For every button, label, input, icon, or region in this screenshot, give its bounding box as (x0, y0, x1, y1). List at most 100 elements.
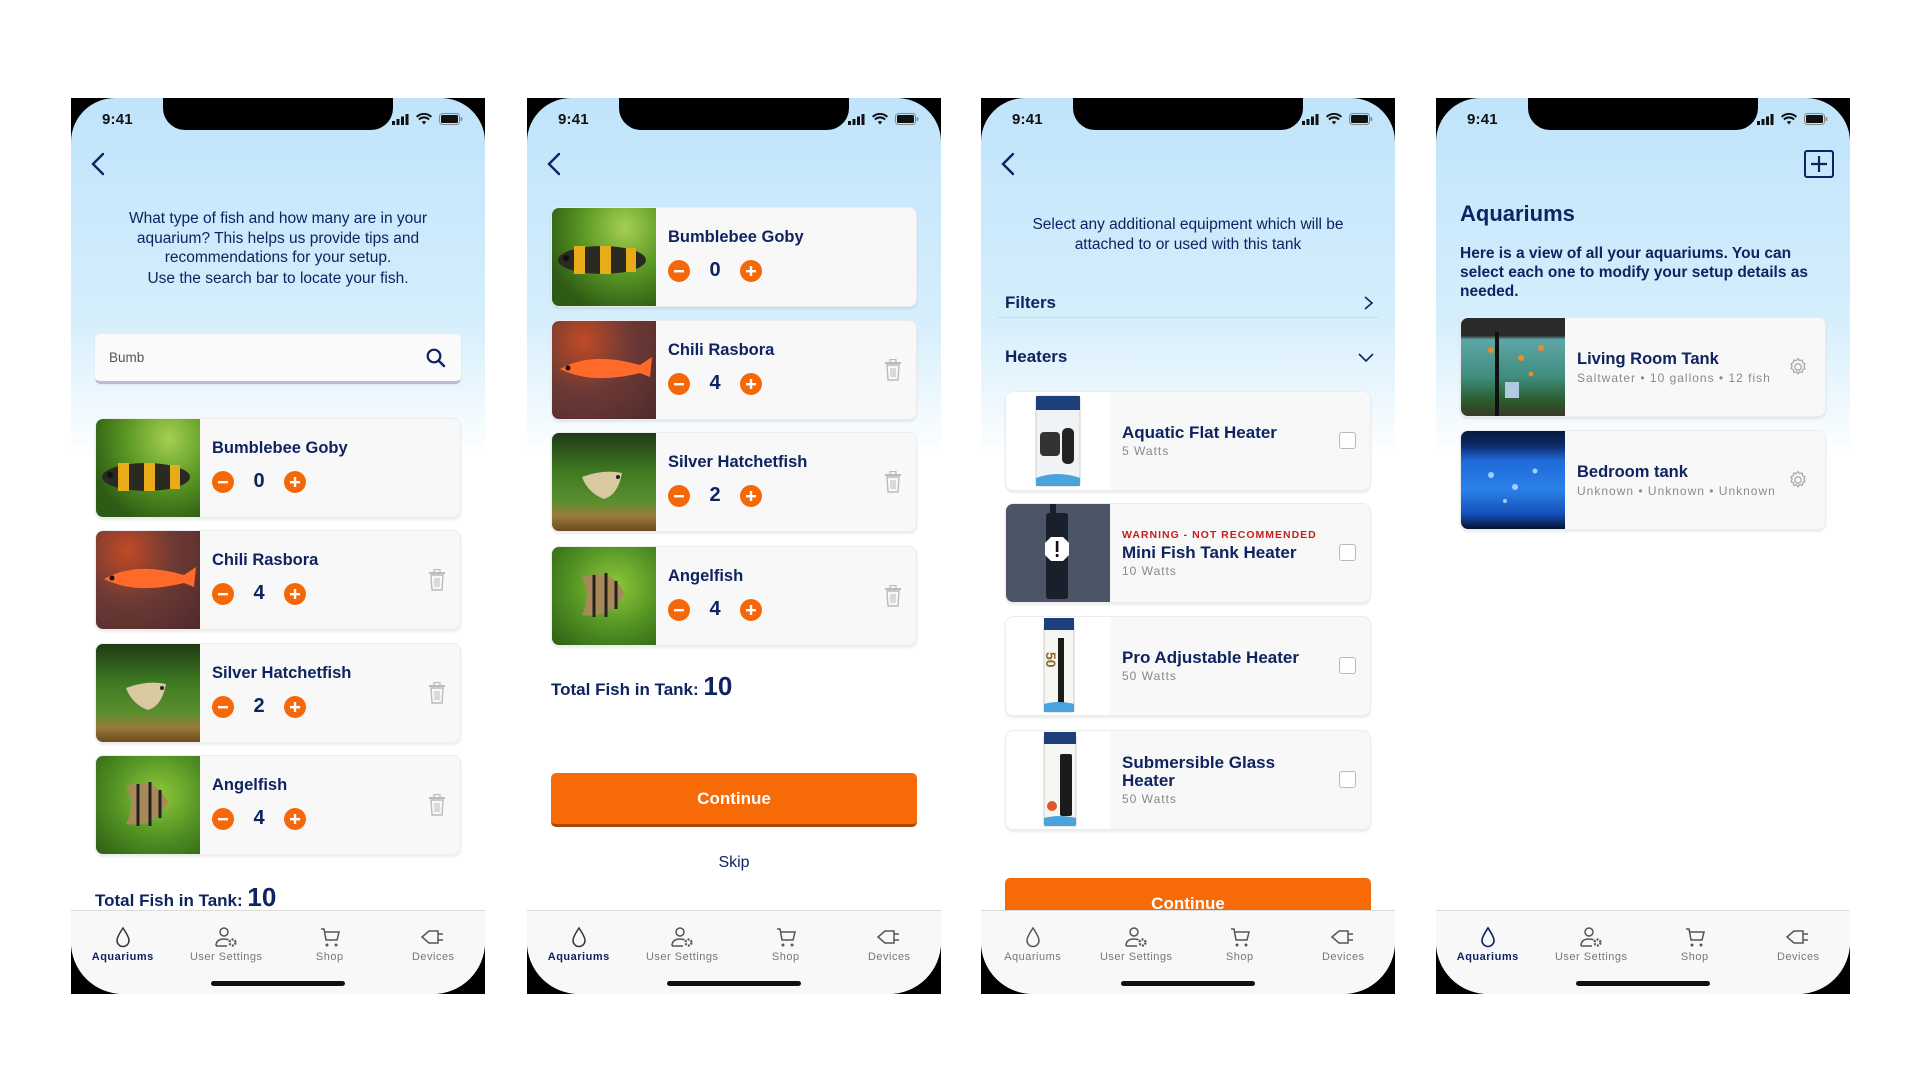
search-bar[interactable] (95, 334, 461, 384)
home-indicator[interactable] (211, 981, 345, 986)
decrement-button[interactable] (668, 484, 690, 507)
increment-button[interactable] (284, 582, 306, 605)
decrement-button[interactable] (212, 470, 234, 493)
skip-link[interactable]: Skip (527, 854, 941, 872)
page-description: Here is a view of all your aquariums. Yo… (1460, 245, 1808, 300)
tab-user-settings[interactable]: User Settings (631, 911, 735, 963)
tab-devices[interactable]: Devices (838, 911, 942, 963)
tab-shop[interactable]: Shop (1643, 911, 1747, 963)
fish-card[interactable]: Bumblebee Goby 0 (95, 418, 461, 518)
equipment-checkbox[interactable] (1339, 544, 1356, 561)
cart-icon (776, 928, 796, 947)
fish-card[interactable]: Angelfish 4 (95, 755, 461, 855)
tab-aquariums[interactable]: Aquariums (981, 911, 1085, 963)
decrement-button[interactable] (668, 372, 690, 395)
tab-devices[interactable]: Devices (1292, 911, 1396, 963)
wifi-icon (1326, 113, 1342, 125)
trash-icon[interactable] (884, 359, 902, 381)
equipment-checkbox[interactable] (1339, 432, 1356, 449)
tab-bar: Aquariums User Settings Shop Devices (981, 910, 1395, 994)
home-indicator[interactable] (1121, 981, 1255, 986)
equipment-checkbox[interactable] (1339, 771, 1356, 788)
notch (1073, 98, 1303, 130)
tab-aquariums[interactable]: Aquariums (1436, 911, 1540, 963)
cart-icon (1230, 928, 1250, 947)
tab-shop[interactable]: Shop (1188, 911, 1292, 963)
fish-card[interactable]: Bumblebee Goby 0 (551, 207, 917, 307)
increment-button[interactable] (740, 598, 762, 621)
back-button[interactable] (995, 148, 1023, 180)
fish-count: 4 (253, 807, 265, 829)
equipment-card[interactable]: 50 Pro Adjustable Heater 50 Watts (1005, 616, 1371, 716)
tab-user-settings[interactable]: User Settings (175, 911, 279, 963)
equipment-name: Submersible Glass Heater (1122, 753, 1276, 790)
product-image-submersible-glass-heater (1006, 731, 1110, 829)
fish-image-silver-hatchetfish (552, 433, 656, 531)
fish-count: 4 (709, 372, 721, 394)
trash-icon[interactable] (428, 794, 446, 816)
tab-label: Devices (1321, 951, 1365, 963)
back-button[interactable] (541, 148, 569, 180)
increment-button[interactable] (740, 484, 762, 507)
trash-icon[interactable] (428, 682, 446, 704)
quantity-stepper: 4 (668, 598, 904, 621)
decrement-button[interactable] (212, 807, 234, 830)
section-heaters[interactable]: Heaters (1005, 342, 1375, 372)
increment-button[interactable] (740, 372, 762, 395)
gear-icon[interactable] (1787, 469, 1809, 491)
section-filters[interactable]: Filters (1005, 288, 1375, 318)
home-indicator[interactable] (1576, 981, 1710, 986)
fish-image-chili-rasbora (552, 321, 656, 419)
increment-button[interactable] (284, 807, 306, 830)
increment-button[interactable] (284, 470, 306, 493)
status-time: 9:41 (558, 111, 589, 128)
wifi-icon (872, 113, 888, 125)
continue-button[interactable]: Continue (551, 773, 917, 827)
warning-icon (1045, 537, 1069, 561)
aquarium-card[interactable]: Living Room Tank Saltwater • 10 gallons … (1460, 317, 1826, 417)
phone-screen-fish-list: 9:41 Bumblebee Goby 0 Chili Rasbora 4 Si… (527, 98, 941, 994)
decrement-button[interactable] (212, 695, 234, 718)
equipment-card[interactable]: Aquatic Flat Heater 5 Watts (1005, 391, 1371, 491)
tab-label: Shop (315, 951, 344, 963)
gear-icon[interactable] (1787, 356, 1809, 378)
trash-icon[interactable] (884, 471, 902, 493)
fish-card[interactable]: Chili Rasbora 4 (95, 530, 461, 630)
tab-user-settings[interactable]: User Settings (1085, 911, 1189, 963)
tab-shop[interactable]: Shop (278, 911, 382, 963)
fish-card[interactable]: Silver Hatchetfish 2 (551, 432, 917, 532)
back-button[interactable] (85, 148, 113, 180)
tab-shop[interactable]: Shop (734, 911, 838, 963)
signal-icon (1302, 113, 1319, 125)
cart-icon (1685, 928, 1705, 947)
total-fish: Total Fish in Tank: 10 (551, 671, 732, 702)
trash-icon[interactable] (428, 569, 446, 591)
fish-card[interactable]: Angelfish 4 (551, 546, 917, 646)
equipment-card[interactable]: WARNING - NOT RECOMMENDED Mini Fish Tank… (1005, 503, 1371, 603)
increment-button[interactable] (284, 695, 306, 718)
increment-button[interactable] (740, 259, 762, 282)
decrement-button[interactable] (668, 259, 690, 282)
tab-user-settings[interactable]: User Settings (1540, 911, 1644, 963)
quantity-stepper: 0 (668, 259, 904, 282)
tab-label: Aquariums (1456, 951, 1519, 963)
trash-icon[interactable] (884, 585, 902, 607)
fish-card[interactable]: Silver Hatchetfish 2 (95, 643, 461, 743)
quantity-stepper: 0 (212, 470, 448, 493)
search-input[interactable] (109, 350, 425, 365)
add-aquarium-button[interactable] (1804, 150, 1834, 178)
decrement-button[interactable] (668, 598, 690, 621)
equipment-card[interactable]: Submersible Glass Heater 50 Watts (1005, 730, 1371, 830)
aquarium-card[interactable]: Bedroom tank Unknown • Unknown • Unknown (1460, 430, 1826, 530)
decrement-button[interactable] (212, 582, 234, 605)
home-indicator[interactable] (667, 981, 801, 986)
tab-devices[interactable]: Devices (382, 911, 486, 963)
tab-devices[interactable]: Devices (1747, 911, 1851, 963)
aquarium-name: Bedroom tank (1577, 462, 1688, 481)
tab-aquariums[interactable]: Aquariums (527, 911, 631, 963)
equipment-checkbox[interactable] (1339, 657, 1356, 674)
status-icons (392, 113, 463, 125)
tab-aquariums[interactable]: Aquariums (71, 911, 175, 963)
fish-card[interactable]: Chili Rasbora 4 (551, 320, 917, 420)
search-icon[interactable] (425, 347, 447, 369)
